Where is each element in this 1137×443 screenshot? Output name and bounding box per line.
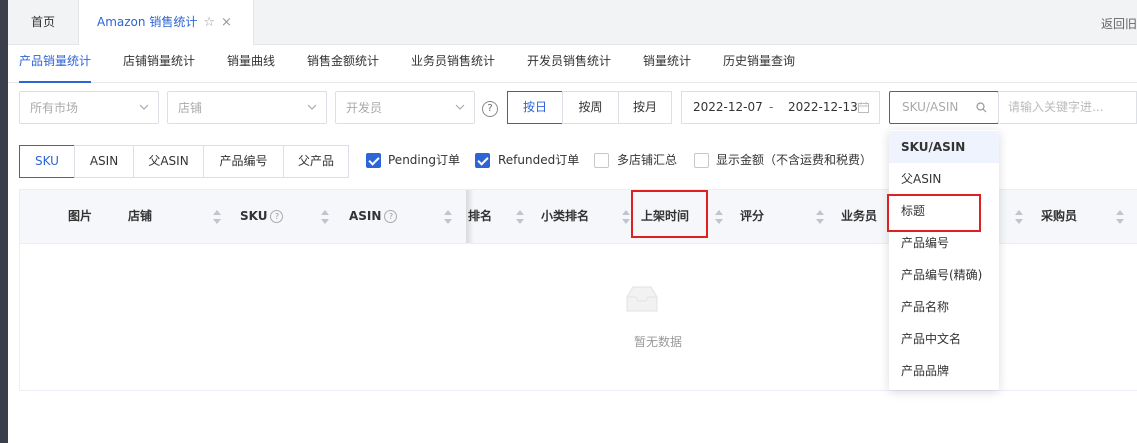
date-end: 2022-12-13 — [788, 100, 858, 114]
subnav-sales-curve[interactable]: 销量曲线 — [227, 45, 275, 81]
subnav-salesperson[interactable]: 业务员销售统计 — [411, 45, 495, 81]
subnav-sales-stats[interactable]: 销量统计 — [643, 45, 691, 81]
search-type-dropdown: SKU/ASIN 父ASIN 标题 产品编号 产品编号(精确) 产品名称 产品中… — [889, 130, 999, 390]
left-sidebar-strip — [0, 0, 8, 443]
option-product-cn-name[interactable]: 产品中文名 — [889, 323, 999, 355]
developer-select[interactable]: 开发员 — [335, 91, 475, 124]
keyword-input[interactable]: 请输入关键字进... — [998, 91, 1137, 124]
date-start: 2022-12-07 — [693, 100, 763, 114]
calendar-icon — [858, 102, 869, 113]
chevron-down-icon — [139, 104, 149, 110]
col-salesperson: 业务员 — [841, 209, 878, 223]
shop-select[interactable]: 店铺 — [167, 91, 327, 124]
sort-icon[interactable] — [715, 210, 723, 224]
search-icon — [976, 102, 987, 113]
sub-navigation: 产品销量统计 店铺销量统计 销量曲线 销售金额统计 业务员销售统计 开发员销售统… — [8, 45, 1137, 83]
period-day-button[interactable]: 按日 — [507, 91, 563, 124]
date-separator: - — [769, 100, 774, 114]
refunded-checkbox[interactable] — [475, 153, 490, 168]
subnav-history[interactable]: 历史销量查询 — [723, 45, 795, 81]
col-sku-label: SKU — [240, 209, 268, 223]
help-icon[interactable]: ? — [384, 210, 398, 223]
shop-placeholder: 店铺 — [178, 101, 203, 115]
col-asin-label: ASIN — [349, 209, 382, 223]
multi-shop-label: 多店铺汇总 — [617, 153, 678, 167]
col-asin: ASIN? — [349, 190, 398, 243]
subnav-product-sales[interactable]: 产品销量统计 — [19, 45, 92, 83]
option-product-name[interactable]: 产品名称 — [889, 291, 999, 323]
subnav-sales-amount[interactable]: 销售金额统计 — [307, 45, 379, 81]
col-subcategory-rank: 小类排名 — [541, 209, 590, 223]
col-shop: 店铺 — [128, 209, 153, 223]
sort-icon[interactable] — [321, 210, 329, 224]
col-rank: 排名 — [468, 209, 492, 223]
col-image: 图片 — [68, 209, 93, 223]
title-option-highlight — [887, 194, 981, 232]
pending-checkbox[interactable] — [366, 153, 381, 168]
browse-sku-button[interactable]: SKU — [19, 145, 75, 178]
tab-amazon-sales[interactable]: Amazon 销售统计 ☆ × — [78, 0, 254, 45]
date-range-picker[interactable]: 2022-12-07 - 2022-12-13 — [681, 91, 880, 124]
sort-icon[interactable] — [622, 210, 630, 224]
multi-shop-checkbox[interactable] — [594, 153, 609, 168]
period-month-button[interactable]: 按月 — [618, 91, 672, 124]
empty-text: 暂无数据 — [634, 335, 683, 349]
market-placeholder: 所有市场 — [30, 101, 79, 115]
sort-icon[interactable] — [1015, 210, 1023, 224]
keyword-placeholder: 请输入关键字进... — [1008, 100, 1104, 114]
help-icon[interactable]: ? — [482, 101, 498, 117]
star-icon[interactable]: ☆ — [203, 15, 215, 30]
browse-asin-button[interactable]: ASIN — [74, 145, 134, 178]
pending-label: Pending订单 — [388, 153, 460, 167]
col-buyer: 采购员 — [1041, 209, 1078, 223]
sort-icon[interactable] — [516, 210, 524, 224]
market-select[interactable]: 所有市场 — [19, 91, 159, 124]
back-old-link[interactable]: 返回旧 — [1101, 0, 1137, 48]
browse-parent-asin-button[interactable]: 父ASIN — [133, 145, 204, 178]
listing-time-highlight — [631, 190, 708, 238]
browse-product-no-button[interactable]: 产品编号 — [203, 145, 284, 178]
sort-icon[interactable] — [444, 210, 452, 224]
period-week-button[interactable]: 按周 — [562, 91, 619, 124]
sort-icon[interactable] — [816, 210, 824, 224]
search-type-select[interactable]: SKU/ASIN — [889, 91, 999, 124]
subnav-shop-sales[interactable]: 店铺销量统计 — [123, 45, 195, 81]
tab-amazon-sales-label: Amazon 销售统计 — [97, 15, 198, 29]
search-type-value: SKU/ASIN — [902, 100, 959, 114]
refunded-label: Refunded订单 — [498, 153, 580, 167]
option-sku-asin[interactable]: SKU/ASIN — [889, 131, 999, 163]
show-amount-label: 显示金额（不含运费和税费） — [716, 153, 873, 167]
chevron-down-icon — [455, 104, 465, 110]
col-rank-clip: 排名 — [468, 190, 492, 243]
col-rating: 评分 — [740, 209, 765, 223]
browse-parent-product-button[interactable]: 父产品 — [283, 145, 349, 178]
close-icon[interactable]: × — [221, 15, 232, 30]
option-product-brand[interactable]: 产品品牌 — [889, 355, 999, 387]
option-product-no-exact[interactable]: 产品编号(精确) — [889, 259, 999, 291]
subnav-developer[interactable]: 开发员销售统计 — [527, 45, 611, 81]
sort-icon[interactable] — [213, 210, 221, 224]
chevron-down-icon — [307, 104, 317, 110]
top-tab-bar: 首页 Amazon 销售统计 ☆ × 返回旧 — [8, 0, 1137, 45]
sort-icon[interactable] — [1116, 210, 1124, 224]
help-icon[interactable]: ? — [270, 210, 284, 223]
col-sku: SKU? — [240, 190, 284, 243]
tab-home[interactable]: 首页 — [8, 0, 78, 44]
developer-placeholder: 开发员 — [346, 101, 383, 115]
empty-box-icon — [626, 286, 658, 312]
option-parent-asin[interactable]: 父ASIN — [889, 163, 999, 195]
show-amount-checkbox[interactable] — [694, 153, 709, 168]
